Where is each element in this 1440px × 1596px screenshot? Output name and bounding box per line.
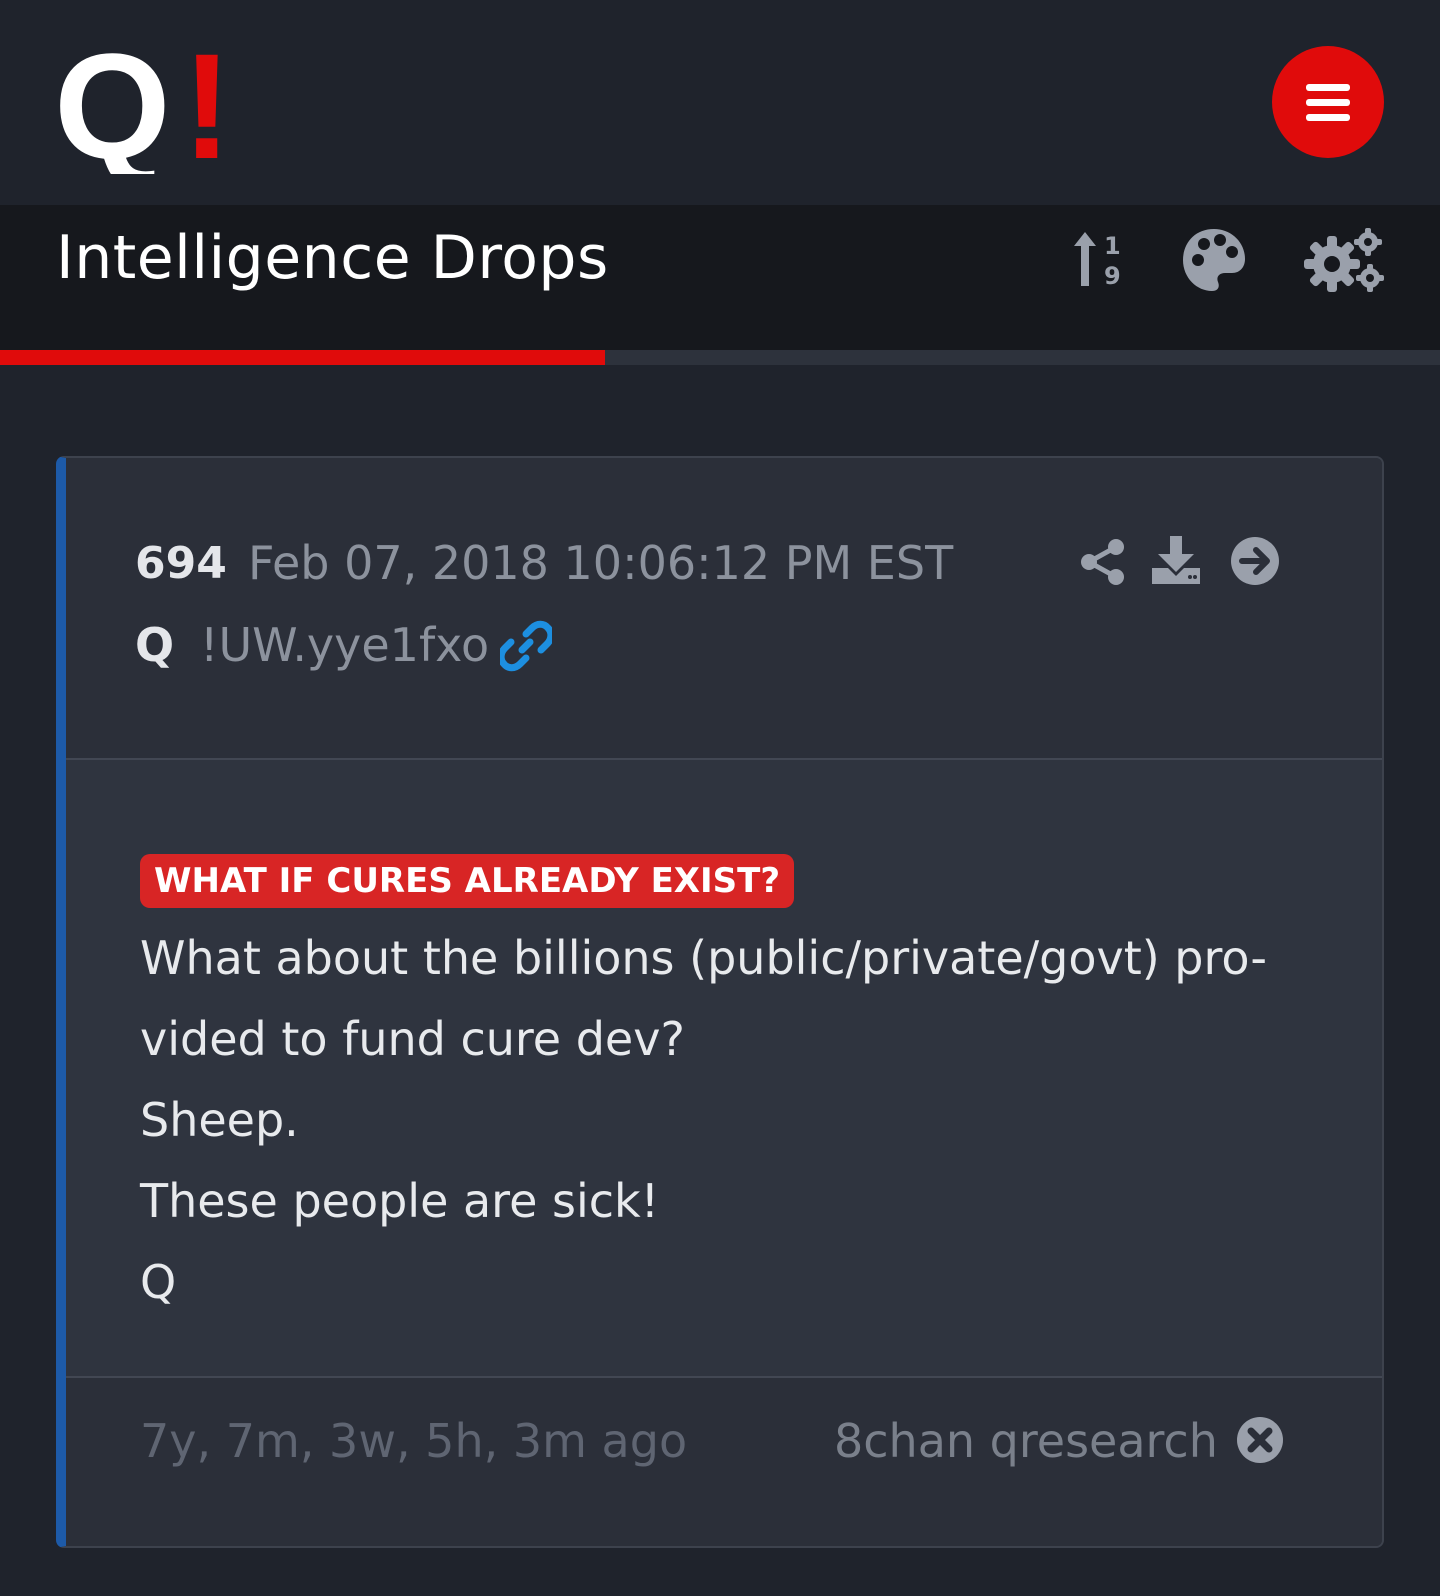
svg-text:!: ! xyxy=(182,34,232,174)
svg-text:Q: Q xyxy=(54,34,171,174)
q-logo[interactable]: Q ! xyxy=(54,34,234,174)
post-line: Sheep. xyxy=(140,1093,299,1147)
post-tag: WHAT IF CURES ALREADY EXIST? xyxy=(140,854,795,908)
post-header: 694 Feb 07, 2018 10:06:12 PM EST Q !UW.y… xyxy=(66,458,1382,760)
top-bar: Q ! xyxy=(0,0,1440,205)
post-line: What about the billions (public/private/… xyxy=(140,931,1267,985)
page-title: Intelligence Drops xyxy=(56,223,609,293)
post-card: 694 Feb 07, 2018 10:06:12 PM EST Q !UW.y… xyxy=(56,456,1384,1548)
hamburger-icon xyxy=(1306,84,1350,121)
post-date: Feb 07, 2018 10:06:12 PM EST xyxy=(248,536,954,590)
menu-button[interactable] xyxy=(1272,46,1384,158)
progress-bar xyxy=(0,350,1440,365)
post-tripcode: !UW.yye1fxo xyxy=(200,618,490,672)
share-icon[interactable] xyxy=(1080,538,1126,586)
arrow-right-circle-icon[interactable] xyxy=(1230,536,1280,586)
close-icon[interactable] xyxy=(1236,1416,1284,1464)
gears-icon[interactable] xyxy=(1304,226,1386,294)
post-text: What about the billions (public/private/… xyxy=(140,918,1270,1323)
post-line: Q xyxy=(140,1255,177,1309)
post-author: Q xyxy=(135,618,175,672)
palette-icon[interactable] xyxy=(1180,226,1248,294)
post-number[interactable]: 694 xyxy=(135,538,227,589)
link-icon[interactable] xyxy=(500,620,552,672)
svg-text:9: 9 xyxy=(1104,262,1121,290)
post-line: These people are sick! xyxy=(140,1174,660,1228)
post-source[interactable]: 8chan qresearch xyxy=(834,1414,1218,1468)
download-icon[interactable] xyxy=(1150,534,1202,586)
post-line: vided to fund cure dev? xyxy=(140,1012,685,1066)
svg-text:1: 1 xyxy=(1104,232,1121,260)
sort-numeric-icon[interactable]: 1 9 xyxy=(1072,228,1132,292)
post-relative-time: 7y, 7m, 3w, 5h, 3m ago xyxy=(140,1414,688,1468)
progress-fill xyxy=(0,350,605,365)
